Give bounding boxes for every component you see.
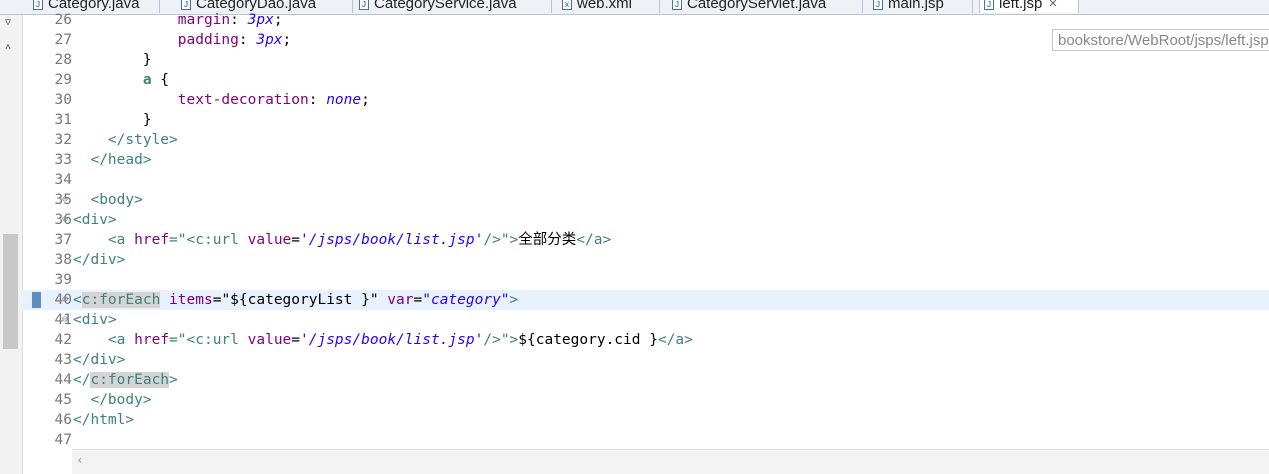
code-line: 33 </head> [22,150,1269,170]
scroll-up-arrow-icon[interactable]: ˄ [5,42,11,54]
code-line: 32 </style> [22,130,1269,150]
code-line: 26 margin: 3px; [22,10,1269,30]
line-number: 45 [54,392,72,408]
horizontal-scrollbar[interactable]: ‹ [72,449,1269,474]
line-source: a { [142,72,170,88]
line-number: 30 [54,92,72,108]
code-editor[interactable]: 26 margin: 3px; 27 padding: 3px; 28 } 29… [22,10,1269,450]
line-source: <a href="<c:url value='/jsps/book/list.j… [107,232,612,248]
line-number: 43 [54,352,72,368]
scrollbar-thumb[interactable] [3,234,18,349]
code-line: 47 [22,430,1269,450]
code-line: 34 [22,170,1269,190]
line-source: <body> [90,192,143,208]
java-file-icon: J [181,0,191,10]
file-path-tooltip: bookstore/WebRoot/jsps/left.jsp [1052,29,1269,51]
code-line: 36 ⊖ <div> [22,210,1269,230]
line-source: <div> [73,312,117,328]
line-source: text-decoration: none; [177,92,370,108]
line-source: margin: 3px; [177,12,283,28]
jsp-file-icon: J [984,0,994,10]
jsp-file-icon: J [873,0,883,10]
code-line: 38 </div> [22,250,1269,270]
line-source: } [142,52,152,68]
line-source: <a href="<c:url value='/jsps/book/list.j… [107,332,693,348]
code-line: 39 [22,270,1269,290]
line-number: 28 [54,52,72,68]
code-line: 37 <a href="<c:url value='/jsps/book/lis… [22,230,1269,250]
code-line: 28 } [22,50,1269,70]
xml-file-icon: x [562,0,572,10]
line-source: } [142,112,152,128]
line-source: </style> [107,132,178,148]
chevron-down-icon[interactable]: ▽ [5,17,11,28]
line-number: 29 [54,72,72,88]
fold-toggle-icon[interactable]: ⊖ [62,210,68,230]
line-source: </div> [73,252,126,268]
code-line: 46 </html> [22,410,1269,430]
line-source: padding: 3px; [177,32,292,48]
code-line: 45 </body> [22,390,1269,410]
code-line: 29 a { [22,70,1269,90]
line-number: 46 [54,412,72,428]
code-line: 35 ⊖ <body> [22,190,1269,210]
line-number: 33 [54,152,72,168]
line-source: </head> [90,152,152,168]
line-source: </div> [73,352,126,368]
vertical-scrollbar[interactable]: ▽ ˄ [0,15,23,474]
line-source: <c:forEach items="${categoryList }" var=… [73,292,519,308]
line-number: 31 [54,112,72,128]
java-file-icon: J [359,0,369,10]
fold-toggle-icon[interactable]: ⊖ [62,310,68,330]
close-tab-icon[interactable]: ✕ [1048,0,1057,10]
code-line: 43 </div> [22,350,1269,370]
code-line-current: 40 ⊖ <c:forEach items="${categoryList }" v… [22,290,1269,310]
line-number: 26 [54,12,72,28]
line-source: </body> [90,392,152,408]
line-number: 32 [54,132,72,148]
line-source: </html> [73,412,135,428]
line-source: <div> [73,212,117,228]
line-number: 47 [54,432,72,448]
line-number: 37 [54,232,72,248]
line-number: 44 [54,372,72,388]
fold-toggle-icon[interactable]: ⊖ [62,190,68,210]
line-number: 27 [54,32,72,48]
code-line: 41 ⊖ <div> [22,310,1269,330]
code-line: 30 text-decoration: none; [22,90,1269,110]
code-line: 31 } [22,110,1269,130]
fold-toggle-icon[interactable]: ⊖ [62,290,68,310]
java-file-icon: J [672,0,682,10]
scroll-left-arrow-icon[interactable]: ‹ [76,453,84,468]
java-file-icon: J [33,0,43,10]
line-number: 39 [54,272,72,288]
line-number: 38 [54,252,72,268]
line-number: 42 [54,332,72,348]
occurrence-marker [32,292,41,308]
line-number: 34 [54,172,72,188]
line-source: </c:forEach> [73,372,178,388]
code-line: 44 </c:forEach> [22,370,1269,390]
code-line: 42 <a href="<c:url value='/jsps/book/lis… [22,330,1269,350]
